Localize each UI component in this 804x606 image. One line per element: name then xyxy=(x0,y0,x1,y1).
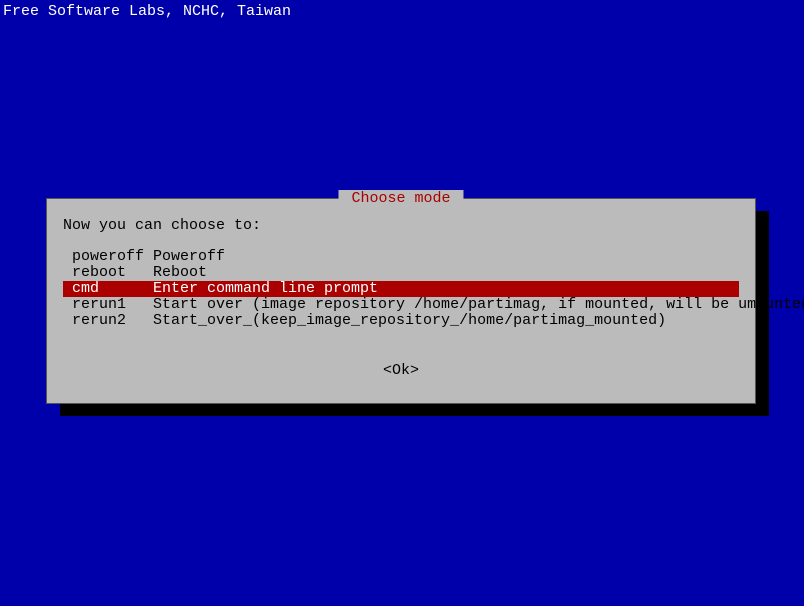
menu-item-rerun2[interactable]: rerun2 Start_over_(keep_image_repository… xyxy=(63,313,739,329)
mode-dialog: Choose mode Now you can choose to: power… xyxy=(46,198,756,404)
menu-item-rerun1[interactable]: rerun1 Start over (image repository /hom… xyxy=(63,297,739,313)
ok-button[interactable]: <Ok> xyxy=(383,362,419,379)
menu-list: poweroff Poweroff reboot Reboot cmd Ente… xyxy=(63,249,739,329)
menu-item-reboot[interactable]: reboot Reboot xyxy=(63,265,739,281)
dialog-prompt: Now you can choose to: xyxy=(63,217,261,234)
dialog-title: Choose mode xyxy=(338,190,463,207)
menu-item-poweroff[interactable]: poweroff Poweroff xyxy=(63,249,739,265)
menu-item-cmd[interactable]: cmd Enter command line prompt xyxy=(63,281,739,297)
header-text: Free Software Labs, NCHC, Taiwan xyxy=(3,3,291,20)
